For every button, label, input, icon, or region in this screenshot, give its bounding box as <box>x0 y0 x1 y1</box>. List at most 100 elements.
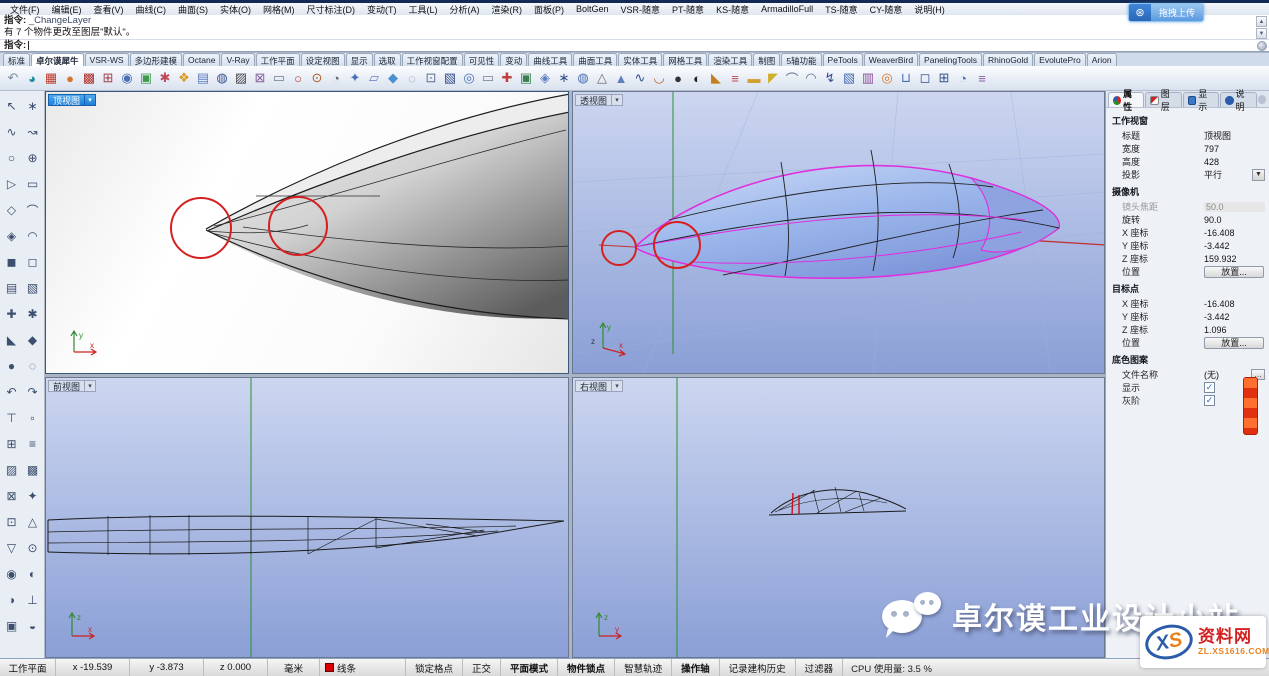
menu-item[interactable]: 分析(A) <box>444 3 486 16</box>
drag-upload-button[interactable]: 拖拽上传 <box>1128 3 1204 22</box>
grid-icon[interactable]: ⊡ <box>422 69 440 87</box>
units-pane[interactable]: 毫米 <box>268 659 320 676</box>
toolbar-tab[interactable]: Arion <box>1087 53 1117 66</box>
layers-tool[interactable]: ≡ <box>22 431 43 457</box>
target-icon[interactable]: ◎ <box>878 69 896 87</box>
toolbar-tab[interactable]: 5轴功能 <box>781 53 821 66</box>
swirl-icon[interactable]: ≡ <box>726 69 744 87</box>
toolbar-tab[interactable]: Octane <box>183 53 220 66</box>
menu-item[interactable]: 查看(V) <box>88 3 130 16</box>
material-icon[interactable]: ▦ <box>42 69 60 87</box>
shear-tool[interactable]: ◣ <box>1 327 22 353</box>
menu-item[interactable]: 尺寸标注(D) <box>301 3 362 16</box>
status-toggle[interactable]: 过滤器 <box>796 659 844 676</box>
property-value[interactable]: 428 <box>1204 157 1265 167</box>
history-icon[interactable]: ◔ <box>954 69 972 87</box>
toolbar-tab[interactable]: PanelingTools <box>919 53 982 66</box>
menu-item[interactable]: 面板(P) <box>528 3 570 16</box>
menu-item[interactable]: 渲染(R) <box>486 3 529 16</box>
sketch-tool[interactable]: ↝ <box>22 119 43 145</box>
menu-item[interactable]: 实体(O) <box>214 3 257 16</box>
viewport-top-label[interactable]: 顶视图 <box>48 94 96 106</box>
shade-l-tool[interactable]: ◐ <box>22 561 43 587</box>
toolbar-tab[interactable]: VSR-WS <box>85 53 129 66</box>
polygon-tool[interactable]: ▷ <box>1 171 22 197</box>
window-icon[interactable]: ⊞ <box>935 69 953 87</box>
pattern-tool[interactable]: ▩ <box>22 457 43 483</box>
cylinder-icon[interactable]: ▱ <box>365 69 383 87</box>
viewport-menu-arrow-icon[interactable] <box>85 94 96 106</box>
toolbar-tab[interactable]: EvolutePro <box>1034 53 1086 66</box>
menu-item[interactable]: 曲面(S) <box>172 3 214 16</box>
property-value[interactable]: 顶视图 <box>1204 129 1265 142</box>
promo-sticker[interactable] <box>1243 377 1258 435</box>
net-icon[interactable]: ◍ <box>574 69 592 87</box>
chain-icon[interactable]: ⊞ <box>99 69 117 87</box>
star-tool[interactable]: ✦ <box>22 483 43 509</box>
property-value[interactable]: -16.408 <box>1204 228 1265 238</box>
circle-tool[interactable]: ○ <box>1 145 22 171</box>
surface-tool[interactable]: ◈ <box>1 223 22 249</box>
surface-icon[interactable]: ◈ <box>536 69 554 87</box>
texture-icon[interactable]: ▥ <box>859 69 877 87</box>
mesh-sphere-icon[interactable]: ◍ <box>213 69 231 87</box>
viewport-front[interactable]: z x 前视图 <box>45 377 569 658</box>
tab-layers[interactable]: 图层 <box>1145 92 1181 107</box>
hatch2-tool[interactable]: ▨ <box>1 457 22 483</box>
notepad-icon[interactable]: ▤ <box>194 69 212 87</box>
blend-tool[interactable]: ◠ <box>22 223 43 249</box>
viewport-menu-arrow-icon[interactable] <box>612 94 623 106</box>
property-value[interactable]: 159.932 <box>1204 254 1265 264</box>
array-tool[interactable]: ⊞ <box>1 431 22 457</box>
focus-tool[interactable]: ◉ <box>1 561 22 587</box>
place-button[interactable]: 放置... <box>1204 337 1264 349</box>
status-toggle[interactable]: 平面模式 <box>501 659 558 676</box>
command-input[interactable]: 指令: <box>0 39 1269 51</box>
current-layer-pane[interactable]: 线条 <box>320 659 406 676</box>
toolbar-tab[interactable]: V-Ray <box>221 53 254 66</box>
ellipse-tool[interactable]: ⊕ <box>22 145 43 171</box>
redo-tool[interactable]: ↷ <box>22 379 43 405</box>
status-toggle[interactable]: 记录建构历史 <box>720 659 796 676</box>
checker-icon[interactable]: ▩ <box>80 69 98 87</box>
rainbow-icon[interactable]: ❖ <box>175 69 193 87</box>
viewport-perspective-label[interactable]: 透视图 <box>575 94 623 106</box>
camera-icon[interactable]: ◉ <box>118 69 136 87</box>
property-value[interactable]: -3.442 <box>1204 241 1265 251</box>
frame-icon[interactable]: ◻ <box>916 69 934 87</box>
points-icon[interactable]: ∗ <box>555 69 573 87</box>
toolbar-tab[interactable]: 变动 <box>500 53 527 66</box>
toolbar-tab[interactable]: 实体工具 <box>618 53 662 66</box>
export-icon[interactable]: ⊠ <box>251 69 269 87</box>
property-value[interactable]: 平行 <box>1204 168 1248 181</box>
viewport-menu-arrow-icon[interactable] <box>85 380 96 392</box>
dissect-icon[interactable]: △ <box>593 69 611 87</box>
cage-tool[interactable]: ⊡ <box>1 509 22 535</box>
menu-item[interactable]: BoltGen <box>570 4 615 14</box>
property-value[interactable]: -16.408 <box>1204 299 1265 309</box>
property-value[interactable]: 797 <box>1204 144 1265 154</box>
portrait-icon[interactable]: ▭ <box>479 69 497 87</box>
arc-tool[interactable]: ⌒ <box>22 197 43 223</box>
contrast-icon[interactable]: ◐ <box>688 69 706 87</box>
circle-select-icon[interactable]: ○ <box>289 69 307 87</box>
monitor-icon[interactable]: ▣ <box>517 69 535 87</box>
toolbar-tab[interactable]: 网格工具 <box>663 53 707 66</box>
command-options-icon[interactable] <box>1257 41 1267 51</box>
sketch-icon[interactable]: ✱ <box>156 69 174 87</box>
menu-item[interactable]: PT-随意 <box>666 3 710 16</box>
top-viewport-canvas[interactable]: y x <box>46 92 569 374</box>
status-toggle[interactable]: 智慧轨迹 <box>615 659 672 676</box>
menu-item[interactable]: TS-随意 <box>819 3 864 16</box>
clock-icon[interactable]: ◔ <box>327 69 345 87</box>
menu-item[interactable]: KS-随意 <box>710 3 755 16</box>
plane-tool[interactable]: ▤ <box>1 275 22 301</box>
toolbar-tab[interactable]: 曲面工具 <box>573 53 617 66</box>
status-toggle[interactable]: 锁定格点 <box>406 659 463 676</box>
dropdown-arrow-icon[interactable] <box>1252 169 1265 181</box>
menu-item[interactable]: 曲线(C) <box>130 3 173 16</box>
checkbox-checked[interactable] <box>1204 382 1215 393</box>
magnet-icon[interactable]: ◡ <box>650 69 668 87</box>
menu-item[interactable]: ArmadilloFull <box>755 4 819 14</box>
shade-r-tool[interactable]: ◑ <box>1 587 22 613</box>
